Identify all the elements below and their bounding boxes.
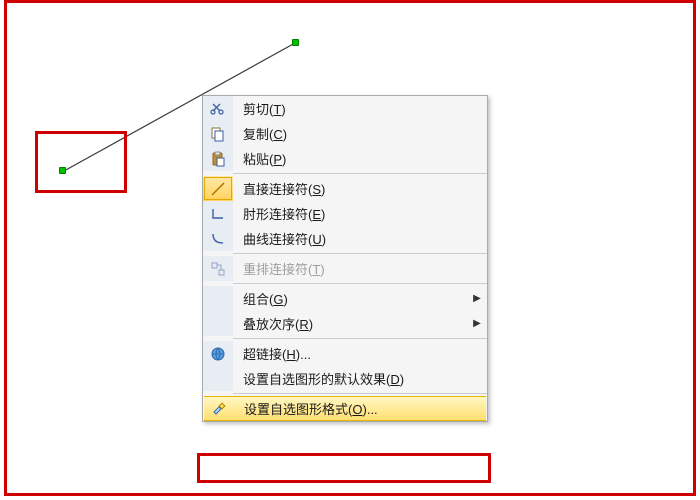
line-endpoint-handle[interactable]	[59, 167, 66, 174]
blank-icon	[203, 366, 233, 391]
annotation-rect-endpoint	[35, 131, 127, 193]
context-menu: 剪切(T) 复制(C) 粘贴(P) 直接连接符(S) 肘形连接符(E	[202, 95, 488, 422]
menu-label: 肘形连接符(E)	[233, 204, 487, 223]
reroute-icon	[203, 256, 233, 281]
menu-item-paste[interactable]: 粘贴(P)	[203, 146, 487, 171]
menu-item-order[interactable]: 叠放次序(R) ▶	[203, 311, 487, 336]
menu-separator	[233, 173, 487, 174]
blank-icon	[203, 286, 233, 311]
menu-item-copy[interactable]: 复制(C)	[203, 121, 487, 146]
drawing-canvas[interactable]: 剪切(T) 复制(C) 粘贴(P) 直接连接符(S) 肘形连接符(E	[7, 3, 693, 493]
menu-item-reroute-connector: 重排连接符(T)	[203, 256, 487, 281]
menu-separator	[233, 283, 487, 284]
line-icon	[203, 176, 233, 201]
menu-label: 设置自选图形格式(O)...	[234, 399, 486, 418]
blank-icon	[203, 311, 233, 336]
menu-label: 复制(C)	[233, 124, 487, 143]
scissors-icon	[203, 96, 233, 121]
menu-item-elbow-connector[interactable]: 肘形连接符(E)	[203, 201, 487, 226]
menu-label: 超链接(H)...	[233, 344, 487, 363]
menu-label: 组合(G)	[233, 289, 467, 308]
globe-icon	[203, 341, 233, 366]
elbow-icon	[203, 201, 233, 226]
menu-item-group[interactable]: 组合(G) ▶	[203, 286, 487, 311]
menu-separator	[233, 338, 487, 339]
menu-label: 直接连接符(S)	[233, 179, 487, 198]
menu-label: 重排连接符(T)	[233, 259, 487, 278]
submenu-arrow-icon: ▶	[467, 318, 487, 329]
paste-icon	[203, 146, 233, 171]
curve-icon	[203, 226, 233, 251]
submenu-arrow-icon: ▶	[467, 293, 487, 304]
menu-label: 粘贴(P)	[233, 149, 487, 168]
menu-item-format-shape[interactable]: 设置自选图形格式(O)...	[204, 396, 486, 421]
menu-item-hyperlink[interactable]: 超链接(H)...	[203, 341, 487, 366]
menu-item-straight-connector[interactable]: 直接连接符(S)	[203, 176, 487, 201]
menu-label: 设置自选图形的默认效果(D)	[233, 369, 487, 388]
menu-item-cut[interactable]: 剪切(T)	[203, 96, 487, 121]
menu-item-curve-connector[interactable]: 曲线连接符(U)	[203, 226, 487, 251]
menu-separator	[233, 253, 487, 254]
menu-label: 剪切(T)	[233, 99, 487, 118]
copy-icon	[203, 121, 233, 146]
menu-item-default-effects[interactable]: 设置自选图形的默认效果(D)	[203, 366, 487, 391]
menu-label: 曲线连接符(U)	[233, 229, 487, 248]
menu-label: 叠放次序(R)	[233, 314, 467, 333]
annotation-rect-menu-item	[197, 453, 491, 483]
line-endpoint-handle[interactable]	[292, 39, 299, 46]
format-icon	[204, 397, 234, 420]
menu-separator	[233, 393, 487, 394]
